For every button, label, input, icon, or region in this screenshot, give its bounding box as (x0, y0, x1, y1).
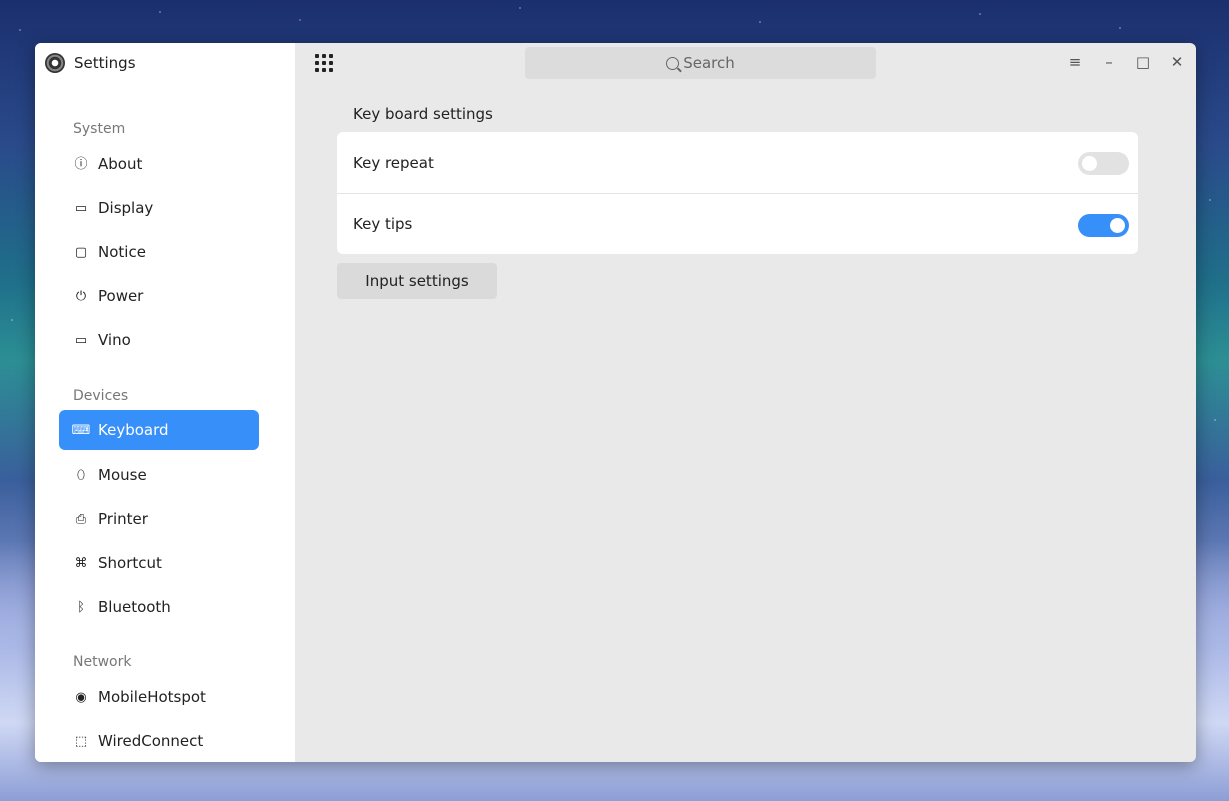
remote-desktop-icon: ▭ (74, 332, 88, 348)
section-label-network: Network (73, 654, 132, 670)
sidebar-item-power[interactable]: ⏻ Power (59, 276, 259, 316)
sidebar-item-label: Display (98, 199, 154, 217)
sidebar-item-label: Mouse (98, 466, 147, 484)
grid-dot (322, 68, 326, 72)
settings-gear-icon (45, 53, 65, 73)
setting-label: Key tips (353, 215, 413, 233)
power-icon: ⏻ (75, 288, 87, 304)
grid-dot (329, 61, 333, 65)
grid-dot (329, 68, 333, 72)
sidebar-item-label: About (98, 155, 143, 173)
section-label-system: System (73, 121, 126, 137)
grid-dot (322, 61, 326, 65)
sidebar-item-label: WiredConnect (98, 732, 204, 750)
sidebar-item-label: Notice (98, 243, 146, 261)
key-tips-toggle[interactable] (1078, 214, 1129, 237)
sidebar-item-about[interactable]: ⓘ About (59, 144, 259, 184)
sidebar-item-label: Shortcut (98, 554, 162, 572)
mouse-icon: ⬯ (76, 467, 86, 483)
sidebar-item-label: MobileHotspot (98, 688, 206, 706)
sidebar-item-mobilehotspot[interactable]: ◉ MobileHotspot (59, 677, 259, 717)
menu-button[interactable]: ≡ (1064, 51, 1086, 73)
grid-dot (315, 54, 319, 58)
monitor-icon: ▭ (74, 200, 88, 216)
keyboard-icon: ⌨ (71, 422, 91, 438)
shortcut-icon: ⌘ (74, 555, 88, 571)
input-settings-button[interactable]: Input settings (337, 263, 497, 299)
grid-dot (315, 68, 319, 72)
sidebar-item-label: Vino (98, 331, 131, 349)
page-title: Key board settings (353, 105, 493, 123)
sidebar-item-printer[interactable]: ⎙ Printer (59, 499, 259, 539)
sidebar-item-vino[interactable]: ▭ Vino (59, 320, 259, 360)
keyboard-settings-card: Key repeat Key tips (337, 132, 1138, 254)
sidebar: Settings System ⓘ About ▭ Display ▢ Noti… (35, 43, 295, 762)
app-title: Settings (74, 54, 136, 72)
minimize-button[interactable]: – (1098, 51, 1120, 73)
grid-dot (329, 54, 333, 58)
sidebar-item-shortcut[interactable]: ⌘ Shortcut (59, 543, 259, 583)
settings-window: Settings System ⓘ About ▭ Display ▢ Noti… (35, 43, 1196, 762)
sidebar-item-mouse[interactable]: ⬯ Mouse (59, 455, 259, 495)
bluetooth-icon: ᛒ (77, 599, 85, 615)
sidebar-item-wiredconnect[interactable]: ⬚ WiredConnect (59, 721, 259, 761)
setting-row-key-repeat: Key repeat (337, 132, 1138, 193)
sidebar-item-bluetooth[interactable]: ᛒ Bluetooth (59, 587, 259, 627)
grid-dot (315, 61, 319, 65)
hotspot-icon: ◉ (75, 689, 87, 705)
section-label-devices: Devices (73, 388, 129, 404)
printer-icon: ⎙ (75, 511, 87, 527)
search-icon (666, 56, 680, 70)
sidebar-item-notice[interactable]: ▢ Notice (59, 232, 259, 272)
info-icon: ⓘ (74, 156, 88, 172)
sidebar-item-label: Printer (98, 510, 148, 528)
search-placeholder: Search (683, 54, 735, 72)
key-repeat-toggle[interactable] (1078, 152, 1129, 175)
close-button[interactable]: ✕ (1166, 51, 1188, 73)
app-grid-button[interactable] (315, 54, 333, 72)
app-title-bar: Settings (45, 52, 136, 74)
sidebar-item-keyboard[interactable]: ⌨ Keyboard (59, 410, 259, 450)
message-icon: ▢ (74, 244, 88, 260)
search-input[interactable]: Search (525, 47, 876, 79)
setting-row-key-tips: Key tips (337, 193, 1138, 254)
sidebar-item-label: Bluetooth (98, 598, 171, 616)
setting-label: Key repeat (353, 153, 434, 172)
sidebar-item-label: Power (98, 287, 144, 305)
sidebar-item-label: Keyboard (98, 421, 169, 439)
grid-dot (322, 54, 326, 58)
maximize-button[interactable]: □ (1132, 51, 1154, 73)
sidebar-item-display[interactable]: ▭ Display (59, 188, 259, 228)
main-content: Key board settings Key repeat Key tips I… (295, 83, 1196, 762)
title-bar: Search ≡ – □ ✕ (295, 43, 1196, 83)
wired-network-icon: ⬚ (74, 733, 88, 749)
